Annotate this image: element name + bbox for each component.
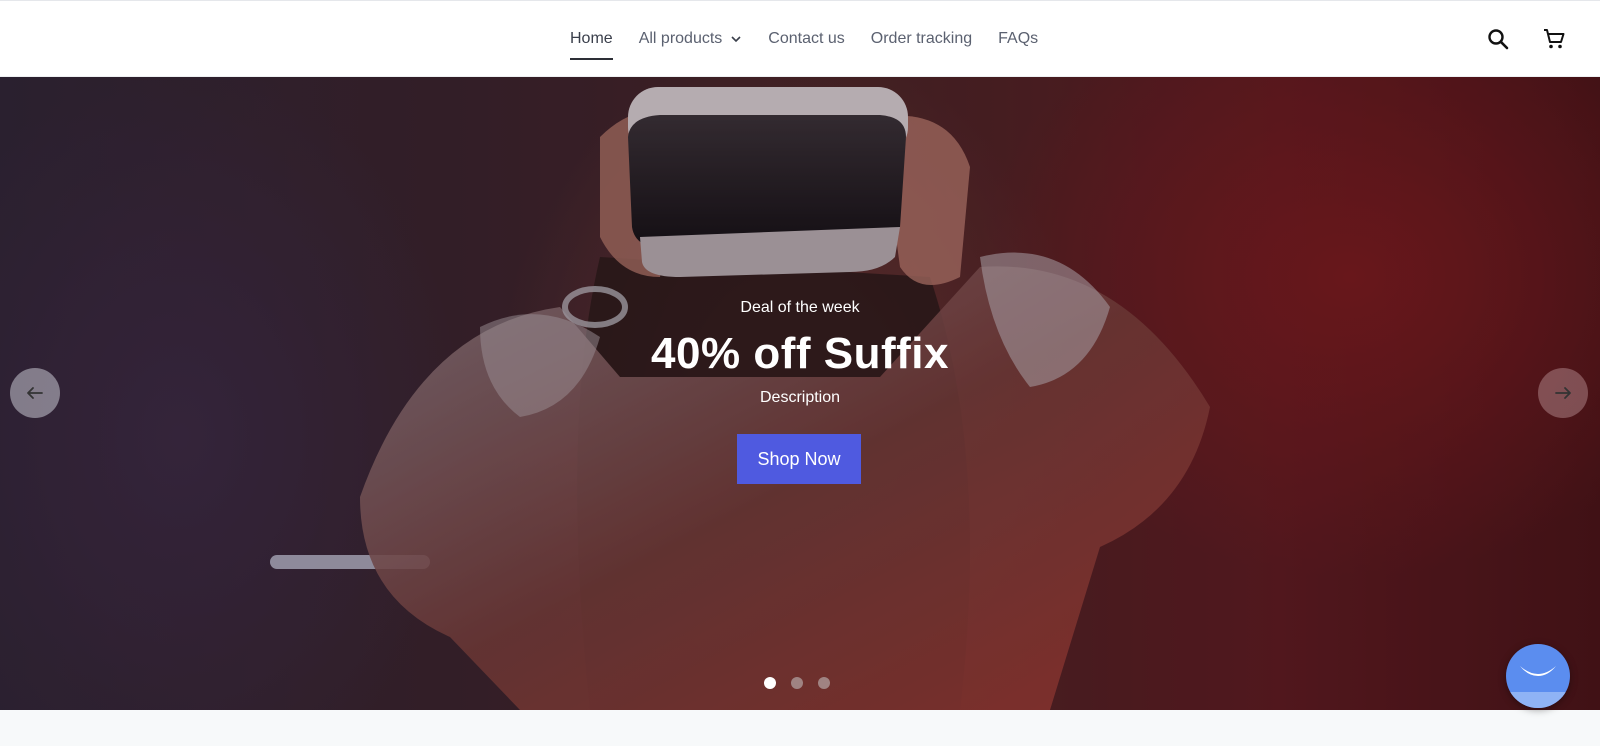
- nav-order-tracking[interactable]: Order tracking: [871, 1, 972, 77]
- chevron-down-icon: [731, 36, 741, 43]
- nav-all-products[interactable]: All products: [639, 1, 743, 77]
- hero-eyebrow: Deal of the week: [740, 299, 860, 316]
- hero-description: Description: [759, 389, 841, 406]
- nav-home[interactable]: Home: [570, 1, 613, 77]
- chat-widget-button[interactable]: [1506, 644, 1570, 708]
- chat-widget-lower: [1506, 692, 1570, 708]
- site-header: Home All products Contact us Order track…: [0, 1, 1600, 77]
- hero-headline: 40% off Suffix: [651, 329, 949, 378]
- nav-contact-us[interactable]: Contact us: [768, 1, 844, 77]
- search-icon[interactable]: [1486, 27, 1510, 51]
- arrow-right-icon: [1555, 387, 1571, 399]
- carousel-next-button[interactable]: [1538, 368, 1588, 418]
- shop-now-button[interactable]: Shop Now: [737, 434, 861, 484]
- carousel-dot-2[interactable]: [791, 677, 803, 689]
- carousel-dot-1[interactable]: [764, 677, 776, 689]
- carousel-prev-button[interactable]: [10, 368, 60, 418]
- carousel-dots: [764, 677, 830, 689]
- header-actions: [1486, 1, 1566, 77]
- nav-all-products-label: All products: [638, 30, 723, 47]
- carousel-dot-3[interactable]: [818, 677, 830, 689]
- cart-icon[interactable]: [1542, 27, 1566, 51]
- hero-content: Deal of the week 40% off Suffix Descript…: [0, 77, 1600, 710]
- below-hero-section: [0, 710, 1600, 746]
- nav-faqs[interactable]: FAQs: [998, 1, 1038, 77]
- arrow-left-icon: [27, 387, 43, 399]
- hero-carousel: Deal of the week 40% off Suffix Descript…: [0, 77, 1600, 710]
- main-nav: Home All products Contact us Order track…: [570, 1, 1064, 77]
